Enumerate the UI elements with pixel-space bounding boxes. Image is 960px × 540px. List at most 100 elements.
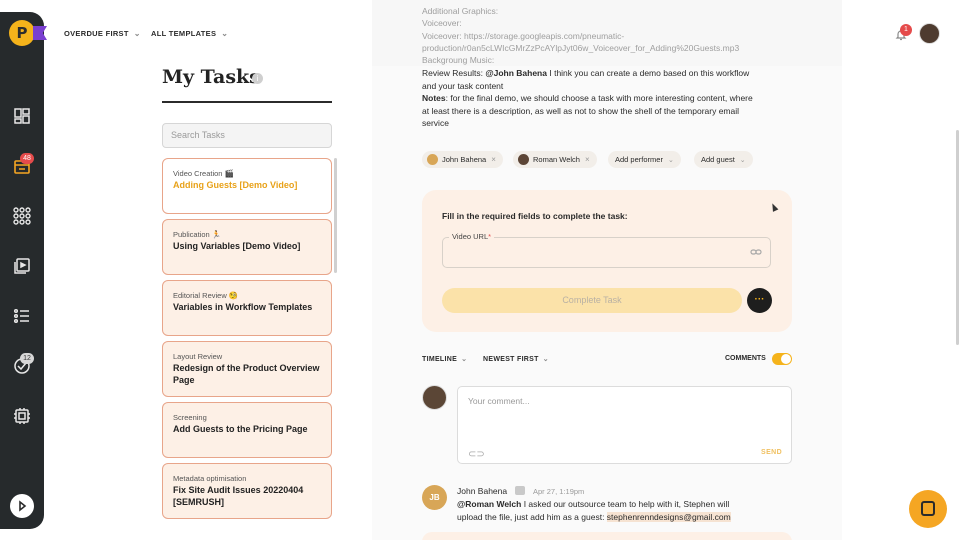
timeline-filter-label: TIMELINE bbox=[422, 356, 458, 363]
task-category: Screening bbox=[173, 413, 207, 422]
notes-label: Notes bbox=[422, 93, 446, 103]
additional-graphics: Additional Graphics: bbox=[422, 6, 499, 16]
timeline-filter[interactable]: TIMELINE ⌄ bbox=[422, 355, 467, 363]
overdue-filter[interactable]: OVERDUE FIRST ⌄ bbox=[64, 29, 141, 38]
comment-body-cont: upload the file, just add him as a guest… bbox=[457, 511, 607, 522]
task-name: Using Variables [Demo Video] bbox=[173, 241, 301, 251]
more-options-button[interactable]: ··· bbox=[747, 288, 772, 313]
comment-mention[interactable]: @Roman Welch bbox=[457, 499, 521, 509]
user-avatar[interactable] bbox=[919, 23, 940, 44]
video-url-label-text: Video URL bbox=[452, 232, 489, 241]
task-name: Variables in Workflow Templates bbox=[173, 302, 313, 312]
performer-chip[interactable]: John Bahena × bbox=[422, 151, 503, 168]
review-results: Review Results: @John Bahena I think you… bbox=[422, 67, 792, 80]
chevron-down-icon: ⌄ bbox=[739, 157, 746, 164]
chat-icon bbox=[921, 501, 935, 516]
add-guest-button[interactable]: Add guest ⌄ bbox=[694, 151, 753, 168]
list-icon[interactable] bbox=[12, 306, 32, 326]
info-icon[interactable]: i bbox=[252, 73, 263, 84]
comment-date: Apr 27, 1:19pm bbox=[533, 487, 585, 496]
logo-flag-icon bbox=[33, 26, 47, 40]
task-name: Fix Site Audit Issues 20220404 [SEMRUSH] bbox=[173, 485, 304, 507]
remove-icon[interactable]: × bbox=[491, 155, 496, 164]
collapse-rail-button[interactable] bbox=[10, 494, 34, 518]
video-url-label: Video URL* bbox=[449, 232, 495, 241]
comments-toggle-label: COMMENTS bbox=[725, 355, 766, 362]
voiceover-url-cont[interactable]: production/r0an5cLWIcGMrZzPcAYlpJyt06w_V… bbox=[422, 43, 739, 54]
play-icon bbox=[19, 500, 27, 512]
task-name: Redesign of the Product Overview Page bbox=[173, 363, 320, 385]
attachment-icon[interactable]: ⊂⊃ bbox=[468, 449, 485, 460]
next-timeline-card bbox=[422, 532, 792, 540]
left-rail: P 48 12 bbox=[0, 12, 47, 529]
task-card[interactable]: Editorial Review 🧐 Variables in Workflow… bbox=[162, 280, 332, 336]
chevron-down-icon: ⌄ bbox=[542, 356, 549, 363]
voiceover-url: Voiceover: https://storage.googleapis.co… bbox=[422, 31, 625, 41]
form-title: Fill in the required fields to complete … bbox=[442, 211, 628, 221]
performer-name: John Bahena bbox=[442, 155, 487, 164]
dashboard-icon[interactable] bbox=[12, 106, 32, 126]
notification-badge: 1 bbox=[900, 24, 912, 36]
notes-cont: at least there is a description, as well… bbox=[422, 106, 740, 116]
video-url-field[interactable] bbox=[442, 237, 771, 268]
chevron-down-icon: ⌄ bbox=[133, 29, 141, 38]
sort-order-label: NEWEST FIRST bbox=[483, 356, 539, 363]
comment-email[interactable]: stephenrenndesigns@gmail.com bbox=[606, 511, 731, 522]
notes-text: : for the final demo, we should choose a… bbox=[445, 93, 753, 103]
overdue-filter-label: OVERDUE FIRST bbox=[64, 29, 129, 38]
add-performer-label: Add performer bbox=[615, 155, 663, 164]
logo[interactable]: P bbox=[9, 20, 35, 46]
task-category: Video Creation 🎬 bbox=[173, 169, 234, 178]
comment-placeholder: Your comment... bbox=[468, 396, 530, 406]
task-name: Adding Guests [Demo Video] bbox=[173, 180, 298, 190]
templates-filter-label: ALL TEMPLATES bbox=[151, 29, 217, 38]
integrations-icon[interactable] bbox=[12, 406, 32, 426]
review-text: I think you can create a demo based on t… bbox=[549, 68, 750, 78]
remove-icon[interactable]: × bbox=[585, 155, 590, 164]
comment-icon bbox=[515, 486, 525, 495]
chevron-down-icon: ⌄ bbox=[667, 157, 674, 164]
background-music: Backgroung Music: bbox=[422, 55, 495, 65]
comment-text: @Roman Welch I asked our outsource team … bbox=[457, 498, 777, 523]
task-category: Editorial Review 🧐 bbox=[173, 291, 239, 300]
templates-filter[interactable]: ALL TEMPLATES ⌄ bbox=[151, 29, 228, 38]
task-name: Add Guests to the Pricing Page bbox=[173, 424, 308, 434]
title-divider bbox=[162, 101, 332, 103]
task-card[interactable]: Metadata optimisation Fix Site Audit Iss… bbox=[162, 463, 332, 519]
avatar bbox=[422, 385, 447, 410]
page-scrollbar[interactable] bbox=[956, 130, 959, 345]
add-performer-button[interactable]: Add performer ⌄ bbox=[608, 151, 681, 168]
review-mention[interactable]: @John Bahena bbox=[485, 68, 547, 78]
task-card[interactable]: Screening Add Guests to the Pricing Page bbox=[162, 402, 332, 458]
performer-name: Roman Welch bbox=[533, 155, 580, 164]
add-guest-label: Add guest bbox=[701, 155, 735, 164]
sort-order-filter[interactable]: NEWEST FIRST ⌄ bbox=[483, 355, 549, 363]
task-card[interactable]: Publication 🏃 Using Variables [Demo Vide… bbox=[162, 219, 332, 275]
task-category: Metadata optimisation bbox=[173, 474, 247, 483]
complete-task-button[interactable]: Complete Task bbox=[442, 288, 742, 313]
task-card[interactable]: Layout Review Redesign of the Product Ov… bbox=[162, 341, 332, 397]
chevron-down-icon: ⌄ bbox=[461, 356, 468, 363]
required-marker: * bbox=[488, 232, 492, 241]
avatar bbox=[518, 153, 529, 165]
avatar: JB bbox=[422, 485, 447, 510]
link-icon bbox=[750, 249, 762, 255]
support-chat-button[interactable] bbox=[909, 490, 947, 528]
search-input[interactable]: Search Tasks bbox=[162, 123, 332, 148]
task-category: Layout Review bbox=[173, 352, 223, 361]
notes: Notes: for the final demo, we should cho… bbox=[422, 92, 792, 105]
chevron-down-icon: ⌄ bbox=[221, 29, 229, 38]
task-list-scrollbar[interactable] bbox=[334, 158, 337, 273]
highlights-badge: 12 bbox=[20, 353, 34, 364]
comment-body: I asked our outsource team to help with … bbox=[521, 499, 730, 509]
toggle-knob bbox=[781, 354, 791, 364]
task-card[interactable]: Video Creation 🎬 Adding Guests [Demo Vid… bbox=[162, 158, 332, 214]
send-button[interactable]: SEND bbox=[761, 449, 782, 456]
performer-chip[interactable]: Roman Welch × bbox=[513, 151, 597, 168]
templates-icon[interactable] bbox=[12, 206, 32, 226]
comments-toggle[interactable] bbox=[772, 353, 792, 365]
notes-cont: service bbox=[422, 118, 449, 128]
voiceover: Voiceover: bbox=[422, 18, 462, 28]
avatar bbox=[427, 153, 438, 165]
workflows-icon[interactable] bbox=[12, 256, 32, 276]
